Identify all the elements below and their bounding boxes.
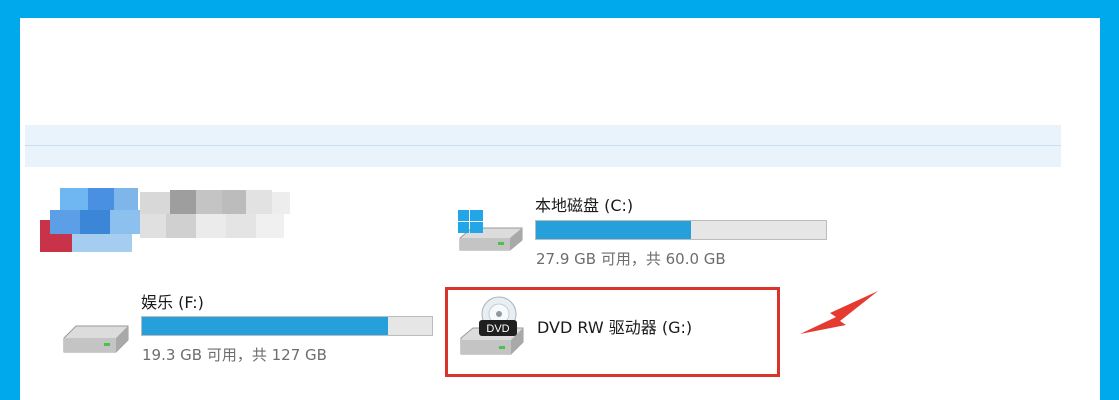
pixel-block	[80, 210, 110, 234]
drive-f-usage-bar	[141, 316, 433, 336]
hard-drive-icon	[63, 325, 129, 353]
drive-f-label: 娱乐 (F:)	[141, 293, 204, 312]
pixel-block	[88, 188, 114, 210]
drive-c-size: 27.9 GB 可用，共 60.0 GB	[536, 250, 726, 268]
pixel-block	[166, 214, 196, 238]
pixel-block	[246, 190, 272, 214]
pixel-block	[110, 210, 140, 234]
pixel-block	[50, 210, 80, 234]
pixel-block	[114, 188, 138, 210]
drive-f-usage-fill	[142, 317, 388, 335]
pixel-block	[256, 214, 284, 238]
pixel-block	[272, 192, 290, 214]
drive-c-label: 本地磁盘 (C:)	[535, 196, 634, 215]
section-header-band	[25, 125, 1061, 167]
pixel-block	[226, 214, 256, 238]
pixel-block	[60, 188, 88, 210]
pixel-block	[72, 234, 132, 252]
red-arrow-icon	[800, 291, 878, 334]
pixel-block	[196, 190, 222, 214]
blurred-drive-item[interactable]	[40, 186, 290, 252]
drive-c-usage-bar	[535, 220, 827, 240]
drive-c-usage-fill	[536, 221, 692, 239]
section-divider	[25, 145, 1061, 146]
pixel-block	[140, 214, 166, 238]
highlight-box	[445, 287, 780, 377]
drive-f-size: 19.3 GB 可用，共 127 GB	[142, 346, 327, 364]
pixel-block	[170, 190, 196, 214]
windows-system-drive-icon	[458, 210, 523, 251]
pixel-block	[140, 192, 170, 214]
pixel-block	[222, 190, 246, 214]
pixel-block	[196, 214, 226, 238]
